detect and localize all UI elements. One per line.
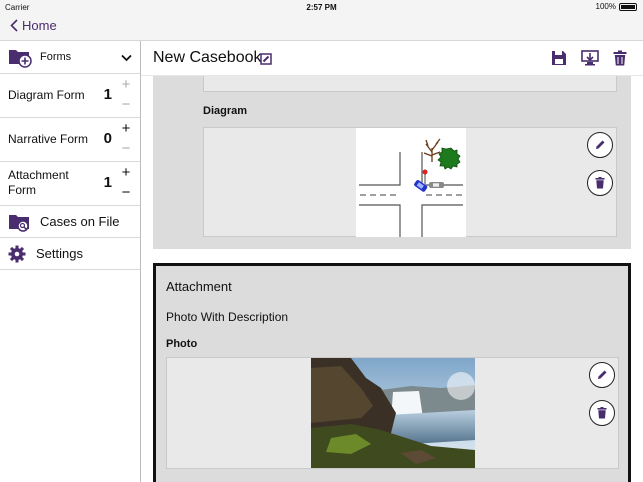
waterfall-photo: [311, 358, 475, 468]
narrative-form-add-button[interactable]: +: [120, 120, 132, 137]
forms-add-icon: [9, 50, 32, 68]
diagram-image-container: [203, 127, 617, 237]
pencil-icon: [596, 140, 605, 149]
cases-on-file-label: Cases on File: [40, 214, 120, 229]
attachment-form-count: 1: [103, 174, 112, 191]
navigation-bar: Home: [0, 14, 643, 41]
save-icon[interactable]: [551, 50, 567, 71]
battery-percent: 100%: [595, 2, 616, 11]
sidebar-item-cases-on-file[interactable]: Cases on File: [0, 206, 140, 238]
diagram-form-row: Diagram Form 1 + −: [0, 74, 140, 118]
attachment-form-card: Attachment Photo With Description Photo: [153, 263, 631, 482]
diagram-form-add-button[interactable]: +: [120, 76, 132, 93]
forms-label: Forms: [40, 51, 72, 63]
delete-diagram-button[interactable]: [587, 170, 613, 196]
main-header: New Casebook: [141, 41, 643, 76]
settings-label: Settings: [36, 246, 83, 261]
attachment-form-remove-button[interactable]: −: [120, 184, 132, 201]
header-actions: [551, 50, 627, 71]
back-button[interactable]: Home: [10, 18, 57, 33]
sidebar: Forms Diagram Form 1 + − Narrative Form …: [0, 41, 141, 482]
page-title: New Casebook: [153, 49, 262, 66]
narrative-form-row: Narrative Form 0 + −: [0, 118, 140, 162]
chevron-left-icon: [10, 19, 18, 32]
diagram-form-card: Diagram: [153, 76, 631, 249]
diagram-section-label: Diagram: [203, 105, 248, 117]
attachment-title: Attachment: [166, 279, 232, 294]
attachment-form-row: Attachment Form 1 + −: [0, 162, 140, 206]
delete-photo-button[interactable]: [589, 400, 615, 426]
folder-search-icon: [9, 214, 29, 232]
edit-title-icon[interactable]: [260, 52, 272, 70]
narrative-form-count: 0: [103, 130, 112, 147]
pencil-icon: [598, 370, 607, 379]
trash-icon: [597, 407, 607, 419]
sidebar-forms-header[interactable]: Forms: [0, 41, 140, 74]
narrative-form-remove-button[interactable]: −: [120, 140, 132, 157]
battery-icon: [619, 2, 637, 11]
attachment-form-add-button[interactable]: +: [120, 164, 132, 181]
attachment-description: Photo With Description: [166, 310, 289, 324]
export-icon[interactable]: [581, 50, 599, 71]
status-time: 2:57 PM: [306, 3, 337, 12]
edit-diagram-button[interactable]: [587, 132, 613, 158]
diagram-form-remove-button[interactable]: −: [120, 96, 132, 113]
gear-icon: [8, 245, 26, 262]
accident-diagram-image: [356, 128, 466, 237]
status-bar: Carrier 2:57 PM 100%: [0, 0, 643, 14]
casebook-content[interactable]: Diagram Attachment Photo With Descriptio…: [141, 76, 643, 482]
diagram-form-label: Diagram Form: [8, 88, 85, 102]
previous-section-box: [203, 76, 617, 92]
photo-image-container: [166, 357, 619, 469]
trash-icon[interactable]: [613, 50, 627, 71]
battery-indicator: 100%: [596, 2, 637, 11]
diagram-form-count: 1: [103, 86, 112, 103]
narrative-form-label: Narrative Form: [8, 132, 89, 146]
chevron-down-icon[interactable]: [121, 51, 132, 65]
attachment-form-label: Attachment Form: [8, 168, 69, 197]
edit-photo-button[interactable]: [589, 362, 615, 388]
photo-section-label: Photo: [166, 338, 198, 350]
sidebar-item-settings[interactable]: Settings: [0, 238, 140, 270]
back-label: Home: [22, 18, 57, 33]
trash-icon: [595, 177, 605, 189]
